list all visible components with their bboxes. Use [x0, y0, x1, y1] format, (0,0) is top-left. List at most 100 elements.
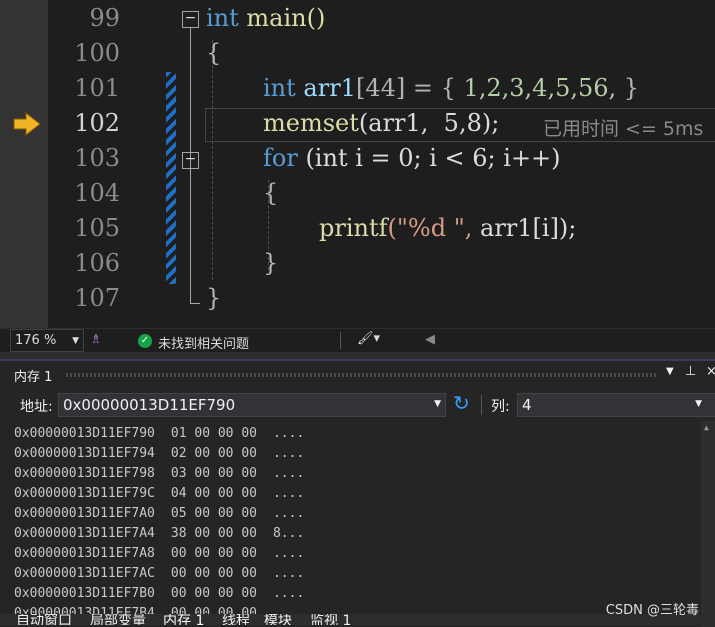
editor-status-bar: 176 % ▼ ♗ ✓ 未找到相关问题 🖌▾ ◀ [0, 328, 715, 353]
memory-addr: 0x00000013D11EF79C [14, 486, 155, 501]
line-number: 104 [74, 179, 120, 207]
indent-guide [212, 40, 213, 280]
address-input[interactable]: 0x00000013D11EF790 ▼ [58, 393, 446, 417]
divider [340, 332, 341, 349]
memory-ascii: .... [272, 426, 305, 441]
chevron-down-icon: ▼ [695, 399, 702, 409]
code-line-102[interactable]: memset(arr1, 5,8); [263, 109, 499, 137]
issues-status[interactable]: 未找到相关问题 [158, 333, 249, 352]
memory-bytes: 00 00 00 00 [170, 586, 257, 601]
memory-title: 内存 1 [14, 370, 53, 385]
line-number: 101 [74, 74, 120, 102]
check-circle-icon: ✓ [138, 334, 152, 348]
code-line-107[interactable]: } [206, 284, 221, 312]
memory-addr: 0x00000013D11EF7A4 [14, 526, 155, 541]
memory-rows[interactable]: 0x00000013D11EF790 01 00 00 00.... 0x00000… [14, 424, 304, 624]
memory-ascii: .... [272, 446, 305, 461]
fold-guide-end [190, 303, 200, 304]
memory-row[interactable]: 0x00000013D11EF7A0 05 00 00 00.... [14, 504, 304, 524]
line-number-current: 102 [74, 109, 120, 137]
memory-row[interactable]: 0x00000013D11EF79C 04 00 00 00.... [14, 484, 304, 504]
window-menu-chevron-icon[interactable]: ▼ [666, 366, 674, 377]
memory-ascii: .... [272, 466, 305, 481]
scroll-up-icon[interactable]: ▲ [704, 423, 709, 432]
memory-ascii: 8... [272, 526, 305, 541]
code-line-100[interactable]: { [206, 39, 221, 67]
code-line-103[interactable]: for (int i = 0; i < 6; i++) [263, 144, 561, 172]
divider [481, 395, 482, 415]
current-statement-arrow-icon [13, 111, 41, 137]
tab-watch-1[interactable]: 监视 1 [310, 614, 351, 625]
line-number: 105 [74, 214, 120, 242]
tab-autos[interactable]: 自动窗口 [16, 614, 72, 625]
memory-row[interactable]: 0x00000013D11EF7A8 00 00 00 00.... [14, 544, 304, 564]
code-line-99[interactable]: int main() [206, 4, 325, 32]
chevron-down-icon: ▼ [72, 336, 79, 346]
memory-bytes: 01 00 00 00 [170, 426, 257, 441]
columns-value: 4 [522, 396, 532, 414]
code-line-106[interactable]: } [263, 249, 278, 277]
code-line-104[interactable]: { [263, 179, 278, 207]
address-value: 0x00000013D11EF790 [63, 396, 236, 414]
collapse-for-icon[interactable]: − [182, 152, 199, 169]
memory-addr: 0x00000013D11EF790 [14, 426, 155, 441]
refresh-icon[interactable]: ↻ [453, 391, 470, 415]
splitter[interactable] [0, 352, 715, 359]
tab-modules[interactable]: 模块 [264, 614, 292, 625]
address-label: 地址: [20, 399, 53, 415]
memory-addr: 0x00000013D11EF798 [14, 466, 155, 481]
line-number: 99 [89, 4, 120, 32]
memory-ascii: .... [272, 566, 305, 581]
chevron-down-icon: ▼ [434, 399, 441, 409]
code-editor[interactable]: 99 100 101 102 103 104 105 106 107 − − i… [0, 0, 715, 328]
zoom-select[interactable]: 176 % ▼ [10, 329, 84, 352]
close-icon[interactable]: × [706, 364, 715, 379]
elapsed-time-hint: 已用时间 <= 5ms [543, 118, 704, 140]
memory-ascii: .... [272, 586, 305, 601]
memory-bytes: 00 00 00 00 [170, 546, 257, 561]
tab-threads[interactable]: 线程 [222, 614, 250, 625]
line-number: 100 [74, 39, 120, 67]
tab-memory-1[interactable]: 内存 1 [163, 614, 204, 625]
intellicode-icon[interactable]: ♗ [90, 332, 102, 347]
memory-addr: 0x00000013D11EF7B0 [14, 586, 155, 601]
memory-addr: 0x00000013D11EF794 [14, 446, 155, 461]
memory-row[interactable]: 0x00000013D11EF790 01 00 00 00.... [14, 424, 304, 444]
drag-handle[interactable] [66, 373, 656, 377]
cleanup-brush-icon[interactable]: 🖌▾ [357, 331, 380, 346]
memory-ascii: .... [272, 486, 305, 501]
memory-row[interactable]: 0x00000013D11EF7A4 38 00 00 00 8... [14, 524, 304, 544]
code-line-101[interactable]: int arr1[44] = { 1,2,3,4,5,56, } [263, 74, 639, 102]
collapse-main-icon[interactable]: − [182, 11, 199, 28]
memory-bytes: 03 00 00 00 [170, 466, 257, 481]
indicator-margin[interactable] [0, 0, 48, 328]
memory-bytes: 02 00 00 00 [170, 446, 257, 461]
watermark: CSDN @三轮毒 [605, 603, 699, 618]
memory-window: 内存 1 ▼ ⊥ × 地址: 0x00000013D11EF790 ▼ ↻ 列: … [0, 359, 715, 627]
tab-locals[interactable]: 局部变量 [90, 614, 146, 625]
columns-label: 列: [491, 399, 510, 415]
memory-addr: 0x00000013D11EF7A0 [14, 506, 155, 521]
zoom-value: 176 % [15, 333, 57, 348]
memory-row[interactable]: 0x00000013D11EF798 03 00 00 00.... [14, 464, 304, 484]
line-number: 103 [74, 144, 120, 172]
memory-bytes: 38 00 00 00 [170, 526, 257, 541]
memory-bytes: 05 00 00 00 [170, 506, 257, 521]
change-tracking-bar [166, 72, 176, 284]
memory-bytes: 04 00 00 00 [170, 486, 257, 501]
pin-icon[interactable]: ⊥ [685, 364, 696, 379]
memory-title-bar: 内存 1 ▼ ⊥ × [0, 361, 715, 387]
line-number: 106 [74, 249, 120, 277]
vertical-scrollbar[interactable]: ▲ [701, 421, 715, 627]
code-line-105[interactable]: printf("%d ", arr1[i]); [319, 214, 576, 242]
memory-bytes: 00 00 00 00 [170, 566, 257, 581]
columns-select[interactable]: 4 ▼ [517, 393, 715, 417]
memory-toolbar: 地址: 0x00000013D11EF790 ▼ ↻ 列: 4 ▼ [0, 391, 715, 419]
memory-addr: 0x00000013D11EF7A8 [14, 546, 155, 561]
memory-ascii: .... [272, 546, 305, 561]
memory-row[interactable]: 0x00000013D11EF7AC 00 00 00 00.... [14, 564, 304, 584]
scroll-left-icon[interactable]: ◀ [425, 332, 435, 347]
line-number: 107 [74, 284, 120, 312]
memory-row[interactable]: 0x00000013D11EF794 02 00 00 00.... [14, 444, 304, 464]
memory-row[interactable]: 0x00000013D11EF7B0 00 00 00 00.... [14, 584, 304, 604]
